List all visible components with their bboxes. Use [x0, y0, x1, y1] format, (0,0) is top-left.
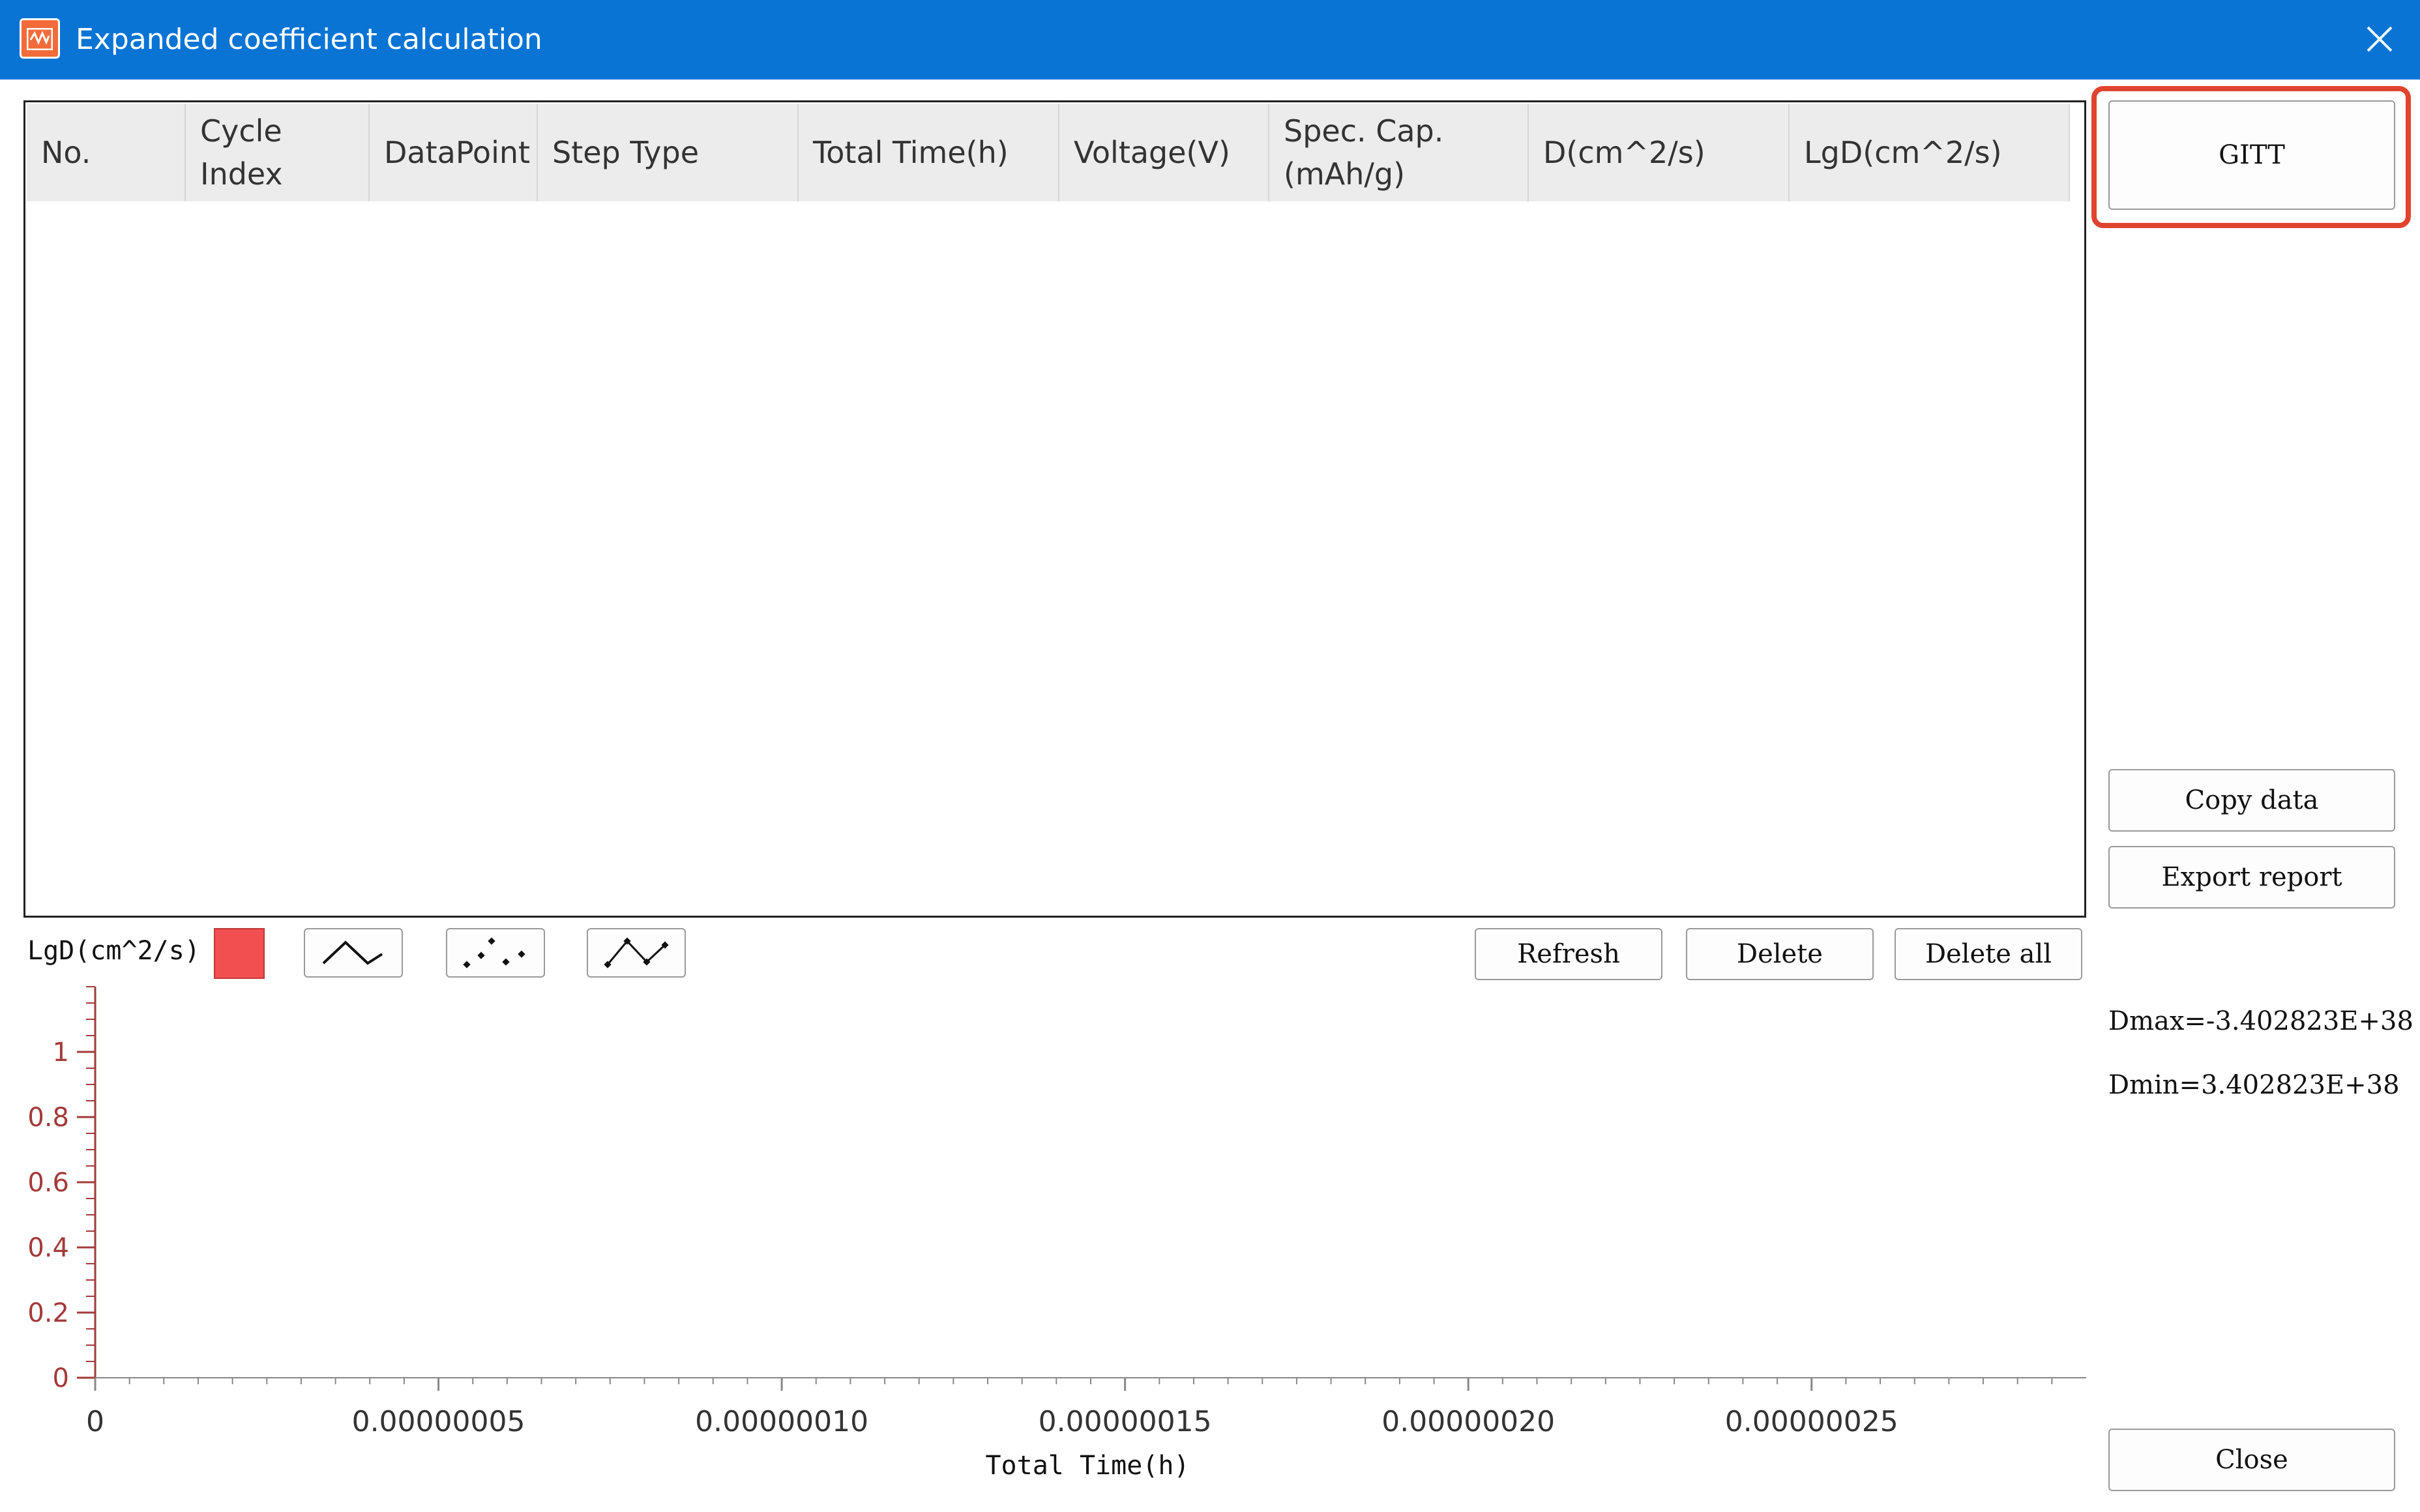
- column-header-no[interactable]: No.: [27, 104, 186, 201]
- column-header-total-time[interactable]: Total Time(h): [799, 104, 1059, 201]
- delete-all-button[interactable]: Delete all: [1895, 928, 2082, 980]
- y-tick-label: 0.6: [27, 1168, 69, 1198]
- close-button[interactable]: Close: [2108, 1429, 2395, 1491]
- y-tick-label: 0: [53, 1363, 69, 1393]
- y-tick-label: 0.8: [27, 1103, 69, 1133]
- series-color-swatch[interactable]: [214, 928, 265, 979]
- x-tick-label: 0.00000010: [695, 1405, 868, 1438]
- column-header-datapoint[interactable]: DataPoint: [370, 104, 538, 201]
- lgd-chart: 0 0.2 0.4 0.6 0.8 1 0 0.00000005 0.00000010 0.000…: [27, 986, 2086, 1481]
- column-header-voltage[interactable]: Voltage(V): [1059, 104, 1269, 201]
- data-table[interactable]: No. Cycle Index DataPoint Step Type Tota…: [23, 100, 2086, 918]
- scatter-icon: [463, 937, 525, 968]
- line-style-button[interactable]: [304, 928, 403, 978]
- x-tick-label: 0.00000025: [1725, 1405, 1898, 1438]
- export-report-button[interactable]: Export report: [2108, 846, 2395, 909]
- x-tick-label: 0.00000020: [1381, 1405, 1555, 1438]
- copy-data-button[interactable]: Copy data: [2108, 769, 2395, 832]
- y-tick-label: 1: [53, 1038, 69, 1068]
- y-tick-label: 0.4: [27, 1233, 69, 1263]
- column-header-cycle-index[interactable]: Cycle Index: [186, 104, 370, 201]
- title-bar: Expanded coefficient calculation: [0, 0, 2420, 80]
- line-marker-style-button[interactable]: [587, 928, 686, 978]
- window-title: Expanded coefficient calculation: [76, 23, 542, 56]
- dmin-value: Dmin=3.402823E+38: [2108, 1070, 2400, 1100]
- gitt-button[interactable]: GITT: [2108, 100, 2395, 210]
- column-header-spec-cap[interactable]: Spec. Cap.(mAh/g): [1269, 104, 1529, 201]
- refresh-button[interactable]: Refresh: [1475, 928, 1662, 980]
- x-axis-label: Total Time(h): [985, 1451, 1189, 1481]
- series-label: LgD(cm^2/s): [27, 936, 200, 966]
- line-marker-icon: [604, 937, 669, 968]
- column-header-lgd[interactable]: LgD(cm^2/s): [1790, 104, 2070, 201]
- app-icon: [20, 18, 60, 59]
- column-header-step-type[interactable]: Step Type: [538, 104, 799, 201]
- table-header: No. Cycle Index DataPoint Step Type Tota…: [27, 104, 2070, 201]
- close-icon[interactable]: [2360, 20, 2399, 59]
- dmax-value: Dmax=-3.402823E+38: [2108, 1006, 2413, 1036]
- x-tick-label: 0.00000015: [1039, 1405, 1212, 1438]
- scatter-style-button[interactable]: [446, 928, 545, 978]
- delete-button[interactable]: Delete: [1686, 928, 1874, 980]
- x-tick-label: 0.00000005: [352, 1405, 525, 1438]
- line-icon: [322, 940, 383, 965]
- y-tick-label: 0.2: [27, 1298, 69, 1328]
- x-tick-label: 0: [86, 1405, 104, 1438]
- column-header-d[interactable]: D(cm^2/s): [1529, 104, 1790, 201]
